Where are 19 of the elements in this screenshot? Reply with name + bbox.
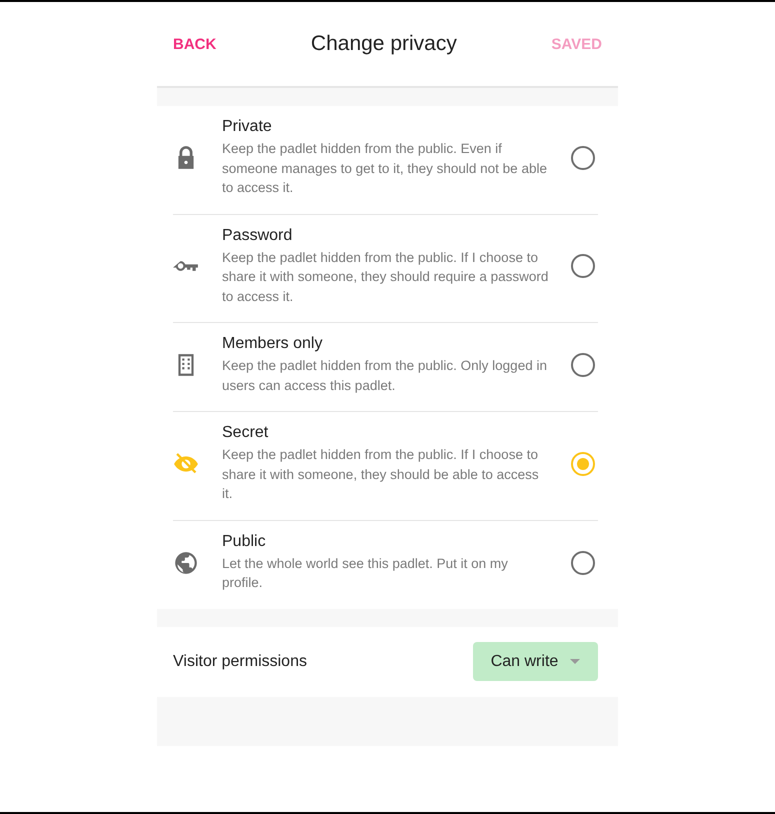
caret-icon [570, 659, 580, 664]
radio-button[interactable] [571, 146, 595, 170]
option-description: Keep the padlet hidden from the public. Only logged in users can access this padlet. [222, 357, 548, 395]
radio-button[interactable] [571, 353, 595, 377]
option-title: Secret [222, 424, 270, 442]
back-button[interactable]: BACK [173, 36, 216, 52]
page-title: Change privacy [310, 32, 457, 56]
option-title: Password [222, 226, 294, 244]
radio-button[interactable] [571, 550, 595, 574]
option-description: Keep the padlet hidden from the public. Even if someone manages to get to it, they should not be able to access it. [222, 140, 548, 197]
radio-button[interactable] [571, 254, 595, 278]
option-description: Let the whole world see this padlet. Put it on my profile. [222, 554, 509, 592]
option-description: Keep the padlet hidden from the public. If I choose to share it with someone, they should require a password to access it. [222, 248, 550, 306]
option-title: Private [222, 118, 273, 136]
option-title: Members only [222, 335, 324, 353]
visitor-permissions-label: Visitor permissions [173, 652, 307, 670]
permission-dropdown[interactable]: Can write [473, 642, 598, 681]
option-description: Keep the padlet hidden from the public. If I choose to share it with someone, they should be able to access it. [222, 446, 540, 503]
option-title: Public [222, 532, 267, 550]
